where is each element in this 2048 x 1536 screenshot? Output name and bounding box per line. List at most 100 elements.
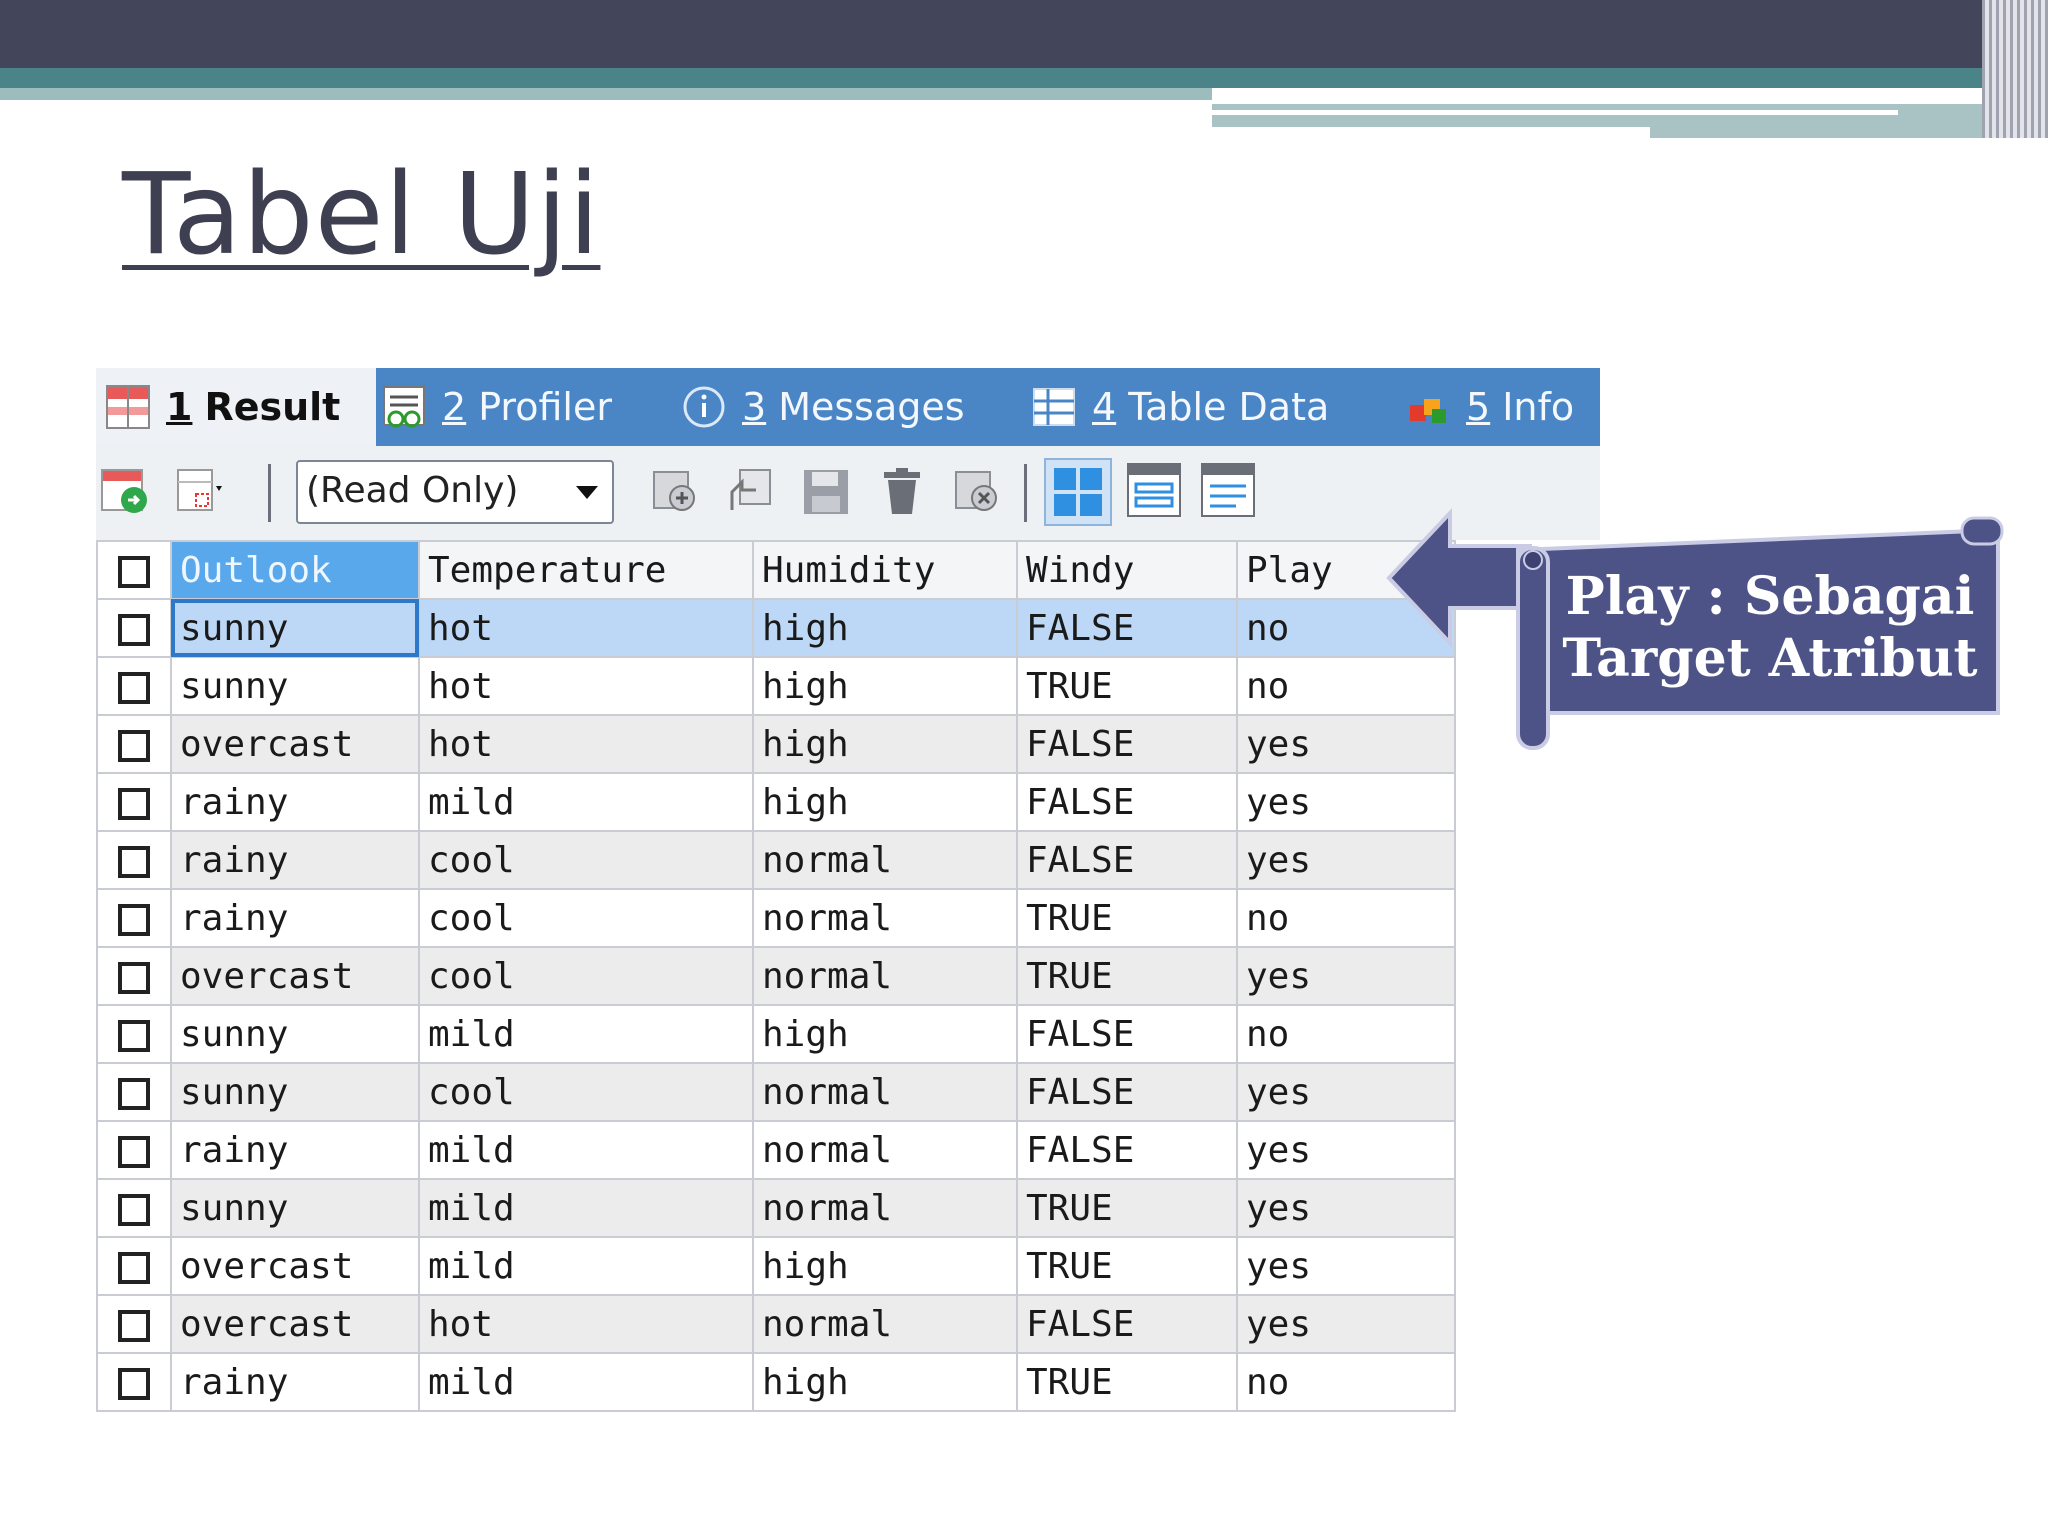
cell-outlook[interactable]: sunny [170, 1004, 420, 1064]
cell-windy[interactable]: FALSE [1016, 598, 1238, 658]
cell-temperature[interactable]: hot [418, 656, 754, 716]
row-checkbox[interactable] [96, 1352, 172, 1412]
cell-humidity[interactable]: normal [752, 830, 1018, 890]
table-row[interactable]: rainy cool normal FALSE yes [96, 830, 1456, 890]
row-checkbox[interactable] [96, 656, 172, 716]
table-row[interactable]: overcast hot normal FALSE yes [96, 1294, 1456, 1354]
cell-windy[interactable]: TRUE [1016, 656, 1238, 716]
cell-temperature[interactable]: mild [418, 1352, 754, 1412]
table-row[interactable]: rainy mild normal FALSE yes [96, 1120, 1456, 1180]
cell-play[interactable]: no [1236, 888, 1456, 948]
cell-play[interactable]: yes [1236, 1062, 1456, 1122]
cell-windy[interactable]: FALSE [1016, 714, 1238, 774]
cell-humidity[interactable]: high [752, 714, 1018, 774]
table-row[interactable]: overcast mild high TRUE yes [96, 1236, 1456, 1296]
row-checkbox[interactable] [96, 598, 172, 658]
cell-humidity[interactable]: high [752, 656, 1018, 716]
column-header-temperature[interactable]: Temperature [418, 540, 754, 600]
cell-humidity[interactable]: high [752, 1004, 1018, 1064]
text-view-icon[interactable] [1200, 462, 1260, 522]
cell-humidity[interactable]: high [752, 1352, 1018, 1412]
table-row[interactable]: sunny hot high FALSE no [96, 598, 1456, 658]
cell-humidity[interactable]: normal [752, 946, 1018, 1006]
cell-windy[interactable]: TRUE [1016, 1236, 1238, 1296]
cell-play[interactable]: yes [1236, 1120, 1456, 1180]
row-checkbox[interactable] [96, 714, 172, 774]
cell-windy[interactable]: TRUE [1016, 946, 1238, 1006]
cell-windy[interactable]: FALSE [1016, 830, 1238, 890]
cell-humidity[interactable]: normal [752, 1062, 1018, 1122]
grid-view-icon[interactable] [1044, 458, 1112, 526]
tab-profiler[interactable]: 2 Profiler [382, 368, 612, 446]
column-header-outlook[interactable]: Outlook [170, 540, 420, 600]
cell-windy[interactable]: FALSE [1016, 772, 1238, 832]
cell-play[interactable]: yes [1236, 830, 1456, 890]
cell-play[interactable]: no [1236, 1004, 1456, 1064]
column-header-windy[interactable]: Windy [1016, 540, 1238, 600]
cell-humidity[interactable]: normal [752, 1120, 1018, 1180]
cell-windy[interactable]: FALSE [1016, 1004, 1238, 1064]
cell-temperature[interactable]: mild [418, 1236, 754, 1296]
tab-messages[interactable]: 3 Messages [682, 368, 965, 446]
table-row[interactable]: sunny hot high TRUE no [96, 656, 1456, 716]
tab-table-data[interactable]: 4 Table Data [1032, 368, 1329, 446]
cell-outlook[interactable]: overcast [170, 946, 420, 1006]
cell-windy[interactable]: TRUE [1016, 1352, 1238, 1412]
row-checkbox[interactable] [96, 1120, 172, 1180]
cell-temperature[interactable]: cool [418, 830, 754, 890]
cell-humidity[interactable]: normal [752, 1294, 1018, 1354]
cell-outlook[interactable]: rainy [170, 888, 420, 948]
cell-outlook[interactable]: overcast [170, 714, 420, 774]
cell-temperature[interactable]: cool [418, 1062, 754, 1122]
cell-windy[interactable]: TRUE [1016, 888, 1238, 948]
read-only-select[interactable]: (Read Only) [296, 460, 614, 524]
cell-temperature[interactable]: mild [418, 1004, 754, 1064]
table-row[interactable]: rainy mild high FALSE yes [96, 772, 1456, 832]
row-checkbox[interactable] [96, 1294, 172, 1354]
cell-play[interactable]: yes [1236, 1236, 1456, 1296]
cell-outlook[interactable]: sunny [170, 598, 420, 658]
table-row[interactable]: rainy cool normal TRUE no [96, 888, 1456, 948]
cell-windy[interactable]: FALSE [1016, 1294, 1238, 1354]
cell-humidity[interactable]: normal [752, 888, 1018, 948]
cell-outlook[interactable]: overcast [170, 1236, 420, 1296]
cell-windy[interactable]: FALSE [1016, 1062, 1238, 1122]
cell-outlook[interactable]: sunny [170, 1062, 420, 1122]
cell-outlook[interactable]: rainy [170, 1120, 420, 1180]
table-row[interactable]: sunny mild high FALSE no [96, 1004, 1456, 1064]
cell-outlook[interactable]: rainy [170, 830, 420, 890]
cell-temperature[interactable]: mild [418, 1120, 754, 1180]
cancel-changes-icon[interactable] [952, 466, 1004, 518]
table-row[interactable]: sunny cool normal FALSE yes [96, 1062, 1456, 1122]
cell-outlook[interactable]: sunny [170, 656, 420, 716]
cell-humidity[interactable]: high [752, 598, 1018, 658]
row-checkbox[interactable] [96, 830, 172, 890]
cell-play[interactable]: yes [1236, 1178, 1456, 1238]
cell-temperature[interactable]: hot [418, 714, 754, 774]
row-checkbox[interactable] [96, 1004, 172, 1064]
save-icon[interactable] [800, 466, 852, 518]
refresh-grid-icon[interactable] [100, 466, 152, 518]
cell-play[interactable]: yes [1236, 946, 1456, 1006]
tab-result[interactable]: 1 Result [96, 368, 376, 446]
cell-play[interactable]: yes [1236, 772, 1456, 832]
cell-temperature[interactable]: hot [418, 598, 754, 658]
column-header-humidity[interactable]: Humidity [752, 540, 1018, 600]
cell-outlook[interactable]: rainy [170, 1352, 420, 1412]
grid-options-icon[interactable] [176, 466, 228, 518]
cell-play[interactable]: no [1236, 1352, 1456, 1412]
tab-info[interactable]: 5 Info [1406, 368, 1574, 446]
cell-humidity[interactable]: normal [752, 1178, 1018, 1238]
select-all-checkbox[interactable] [96, 540, 172, 600]
cell-temperature[interactable]: mild [418, 772, 754, 832]
table-row[interactable]: overcast hot high FALSE yes [96, 714, 1456, 774]
cell-outlook[interactable]: overcast [170, 1294, 420, 1354]
delete-icon[interactable] [876, 466, 928, 518]
row-checkbox[interactable] [96, 1178, 172, 1238]
duplicate-row-icon[interactable] [726, 466, 778, 518]
row-checkbox[interactable] [96, 1062, 172, 1122]
cell-windy[interactable]: TRUE [1016, 1178, 1238, 1238]
cell-temperature[interactable]: mild [418, 1178, 754, 1238]
cell-humidity[interactable]: high [752, 1236, 1018, 1296]
cell-temperature[interactable]: hot [418, 1294, 754, 1354]
